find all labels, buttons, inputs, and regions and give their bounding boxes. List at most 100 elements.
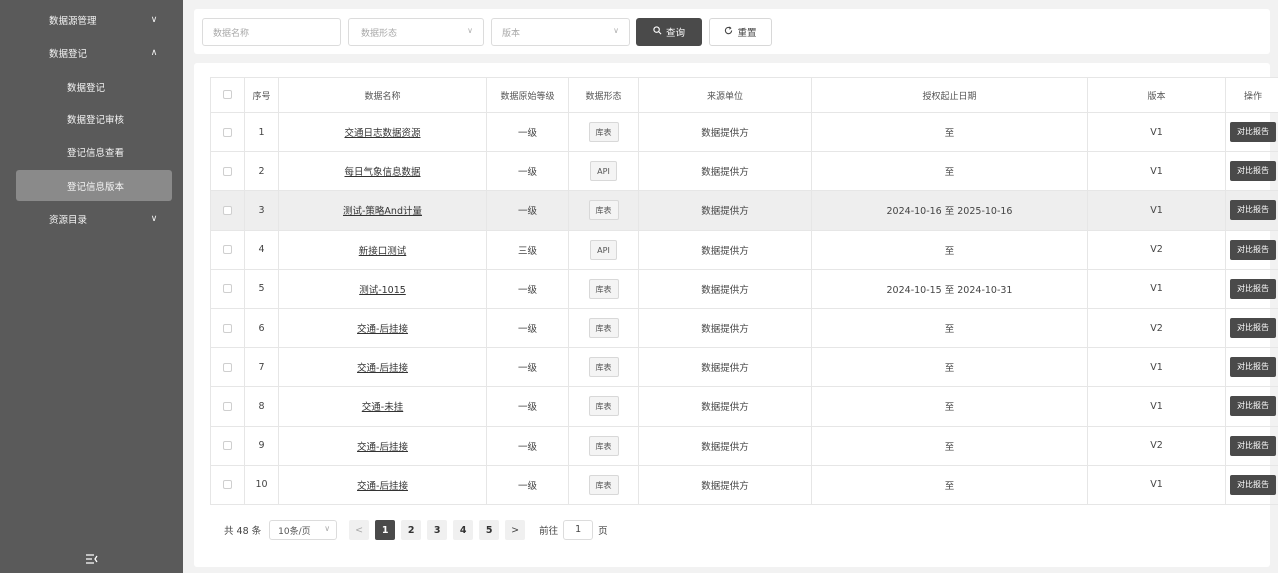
menu-group-resource-catalog[interactable]: 资源目录 ∨ bbox=[0, 205, 183, 233]
compare-report-button[interactable]: 对比报告 bbox=[1230, 318, 1276, 339]
row-checkbox[interactable] bbox=[223, 284, 232, 294]
compare-report-button[interactable]: 对比报告 bbox=[1230, 239, 1276, 260]
data-form-tag: 库表 bbox=[588, 200, 619, 221]
version-cell: V2 bbox=[1087, 307, 1226, 349]
collapse-menu-icon[interactable] bbox=[85, 553, 101, 567]
page-button-5[interactable]: 5 bbox=[479, 520, 500, 540]
placeholder-text: 数据名称 bbox=[213, 28, 250, 39]
row-checkbox[interactable] bbox=[223, 362, 232, 372]
row-select-cell[interactable] bbox=[210, 229, 245, 270]
row-checkbox[interactable] bbox=[223, 245, 232, 255]
menu-group-registration[interactable]: 数据登记 ∧ bbox=[0, 39, 183, 67]
version-cell: V1 bbox=[1087, 111, 1226, 153]
row-select-cell[interactable] bbox=[210, 386, 245, 427]
row-select-cell[interactable] bbox=[210, 111, 245, 153]
row-select-cell[interactable] bbox=[210, 190, 245, 231]
row-checkbox[interactable] bbox=[223, 441, 232, 451]
row-select-cell[interactable] bbox=[210, 464, 245, 505]
version-select[interactable]: 版本 ∨ bbox=[491, 18, 630, 46]
data-form-tag: 库表 bbox=[588, 357, 619, 378]
row-select-cell[interactable] bbox=[210, 151, 245, 192]
data-name-link[interactable]: 测试-策略And计量 bbox=[343, 206, 422, 217]
sidebar-item-registration-review[interactable]: 数据登记审核 bbox=[0, 105, 183, 133]
auth-period-cell: 至 bbox=[811, 307, 1088, 349]
reset-label: 重置 bbox=[737, 28, 757, 39]
data-name-link[interactable]: 交通-后挂接 bbox=[357, 363, 408, 374]
select-all-checkbox[interactable] bbox=[223, 90, 232, 99]
prev-page-button[interactable]: < bbox=[349, 520, 370, 540]
row-select-cell[interactable] bbox=[210, 425, 245, 466]
data-level-cell: 三级 bbox=[486, 229, 569, 270]
data-name-cell: 交通日志数据资源 bbox=[278, 111, 487, 153]
action-cell: 对比报告 bbox=[1225, 268, 1278, 309]
data-level-cell: 一级 bbox=[486, 111, 569, 153]
row-checkbox[interactable] bbox=[223, 166, 232, 176]
data-form-tag: API bbox=[590, 239, 617, 260]
menu-group-datasource[interactable]: 数据源管理 ∨ bbox=[0, 6, 183, 34]
source-unit-cell: 数据提供方 bbox=[638, 151, 812, 192]
compare-report-button[interactable]: 对比报告 bbox=[1230, 278, 1276, 299]
goto-page-input[interactable]: 1 bbox=[563, 520, 594, 540]
data-name-cell: 交通-后挂接 bbox=[278, 347, 487, 388]
select-all-header[interactable] bbox=[210, 77, 245, 113]
data-name-link[interactable]: 交通-未挂 bbox=[362, 402, 403, 413]
query-button[interactable]: 查询 bbox=[636, 18, 702, 46]
sidebar: 数据源管理 ∨ 数据登记 ∧ 数据登记 数据登记审核 登记信息查看 登记信息版本… bbox=[0, 0, 183, 573]
row-select-cell[interactable] bbox=[210, 307, 245, 349]
page-button-4[interactable]: 4 bbox=[453, 520, 474, 540]
data-name-link[interactable]: 交通-后挂接 bbox=[357, 442, 408, 453]
row-checkbox[interactable] bbox=[223, 401, 232, 411]
auth-period-cell: 至 bbox=[811, 229, 1088, 270]
row-checkbox[interactable] bbox=[223, 480, 232, 490]
row-checkbox[interactable] bbox=[223, 205, 232, 215]
data-name-input[interactable]: 数据名称 bbox=[202, 18, 341, 46]
data-name-cell: 每日气象信息数据 bbox=[278, 151, 487, 192]
data-name-cell: 新接口测试 bbox=[278, 229, 487, 270]
page-size-select[interactable]: 10条/页 ∨ bbox=[269, 520, 338, 540]
reset-button[interactable]: 重置 bbox=[709, 18, 772, 46]
compare-report-button[interactable]: 对比报告 bbox=[1230, 122, 1276, 143]
goto-suffix: 页 bbox=[598, 526, 608, 537]
compare-report-button[interactable]: 对比报告 bbox=[1230, 474, 1276, 495]
source-unit-cell: 数据提供方 bbox=[638, 268, 812, 309]
data-name-link[interactable]: 每日气象信息数据 bbox=[344, 167, 420, 178]
next-page-button[interactable]: > bbox=[505, 520, 526, 540]
page-button-3[interactable]: 3 bbox=[427, 520, 448, 540]
data-level-cell: 一级 bbox=[486, 386, 569, 427]
placeholder-text: 数据形态 bbox=[361, 28, 398, 39]
data-form-cell: 库表 bbox=[568, 111, 639, 153]
sidebar-item-registration-view[interactable]: 登记信息查看 bbox=[0, 138, 183, 166]
data-name-link[interactable]: 新接口测试 bbox=[359, 246, 407, 257]
row-checkbox[interactable] bbox=[223, 323, 232, 333]
row-number: 6 bbox=[244, 307, 279, 349]
source-unit-cell: 数据提供方 bbox=[638, 464, 812, 505]
chevron-down-icon: ∨ bbox=[150, 214, 158, 224]
data-name-link[interactable]: 交通-后挂接 bbox=[357, 324, 408, 335]
compare-report-button[interactable]: 对比报告 bbox=[1230, 200, 1276, 221]
row-number: 4 bbox=[244, 229, 279, 270]
sidebar-item-data-registration[interactable]: 数据登记 bbox=[0, 73, 183, 101]
compare-report-button[interactable]: 对比报告 bbox=[1230, 161, 1276, 182]
page-button-1[interactable]: 1 bbox=[375, 520, 396, 540]
data-name-cell: 测试-策略And计量 bbox=[278, 190, 487, 231]
auth-period-cell: 至 bbox=[811, 151, 1088, 192]
data-form-select[interactable]: 数据形态 ∨ bbox=[348, 18, 484, 46]
row-select-cell[interactable] bbox=[210, 347, 245, 388]
sidebar-item-registration-version[interactable]: 登记信息版本 bbox=[16, 170, 172, 201]
compare-report-button[interactable]: 对比报告 bbox=[1230, 396, 1276, 417]
action-cell: 对比报告 bbox=[1225, 386, 1278, 427]
data-name-link[interactable]: 交通-后挂接 bbox=[357, 481, 408, 492]
compare-report-button[interactable]: 对比报告 bbox=[1230, 357, 1276, 378]
data-name-link[interactable]: 测试-1015 bbox=[359, 285, 406, 296]
row-select-cell[interactable] bbox=[210, 268, 245, 309]
data-level-cell: 一级 bbox=[486, 425, 569, 466]
compare-report-button[interactable]: 对比报告 bbox=[1230, 435, 1276, 456]
data-level-cell: 一级 bbox=[486, 268, 569, 309]
chevron-down-icon: ∨ bbox=[150, 15, 158, 25]
source-unit-cell: 数据提供方 bbox=[638, 386, 812, 427]
data-name-link[interactable]: 交通日志数据资源 bbox=[344, 128, 420, 139]
auth-period-cell: 至 bbox=[811, 347, 1088, 388]
page-button-2[interactable]: 2 bbox=[401, 520, 422, 540]
data-level-cell: 一级 bbox=[486, 190, 569, 231]
row-checkbox[interactable] bbox=[223, 127, 232, 137]
